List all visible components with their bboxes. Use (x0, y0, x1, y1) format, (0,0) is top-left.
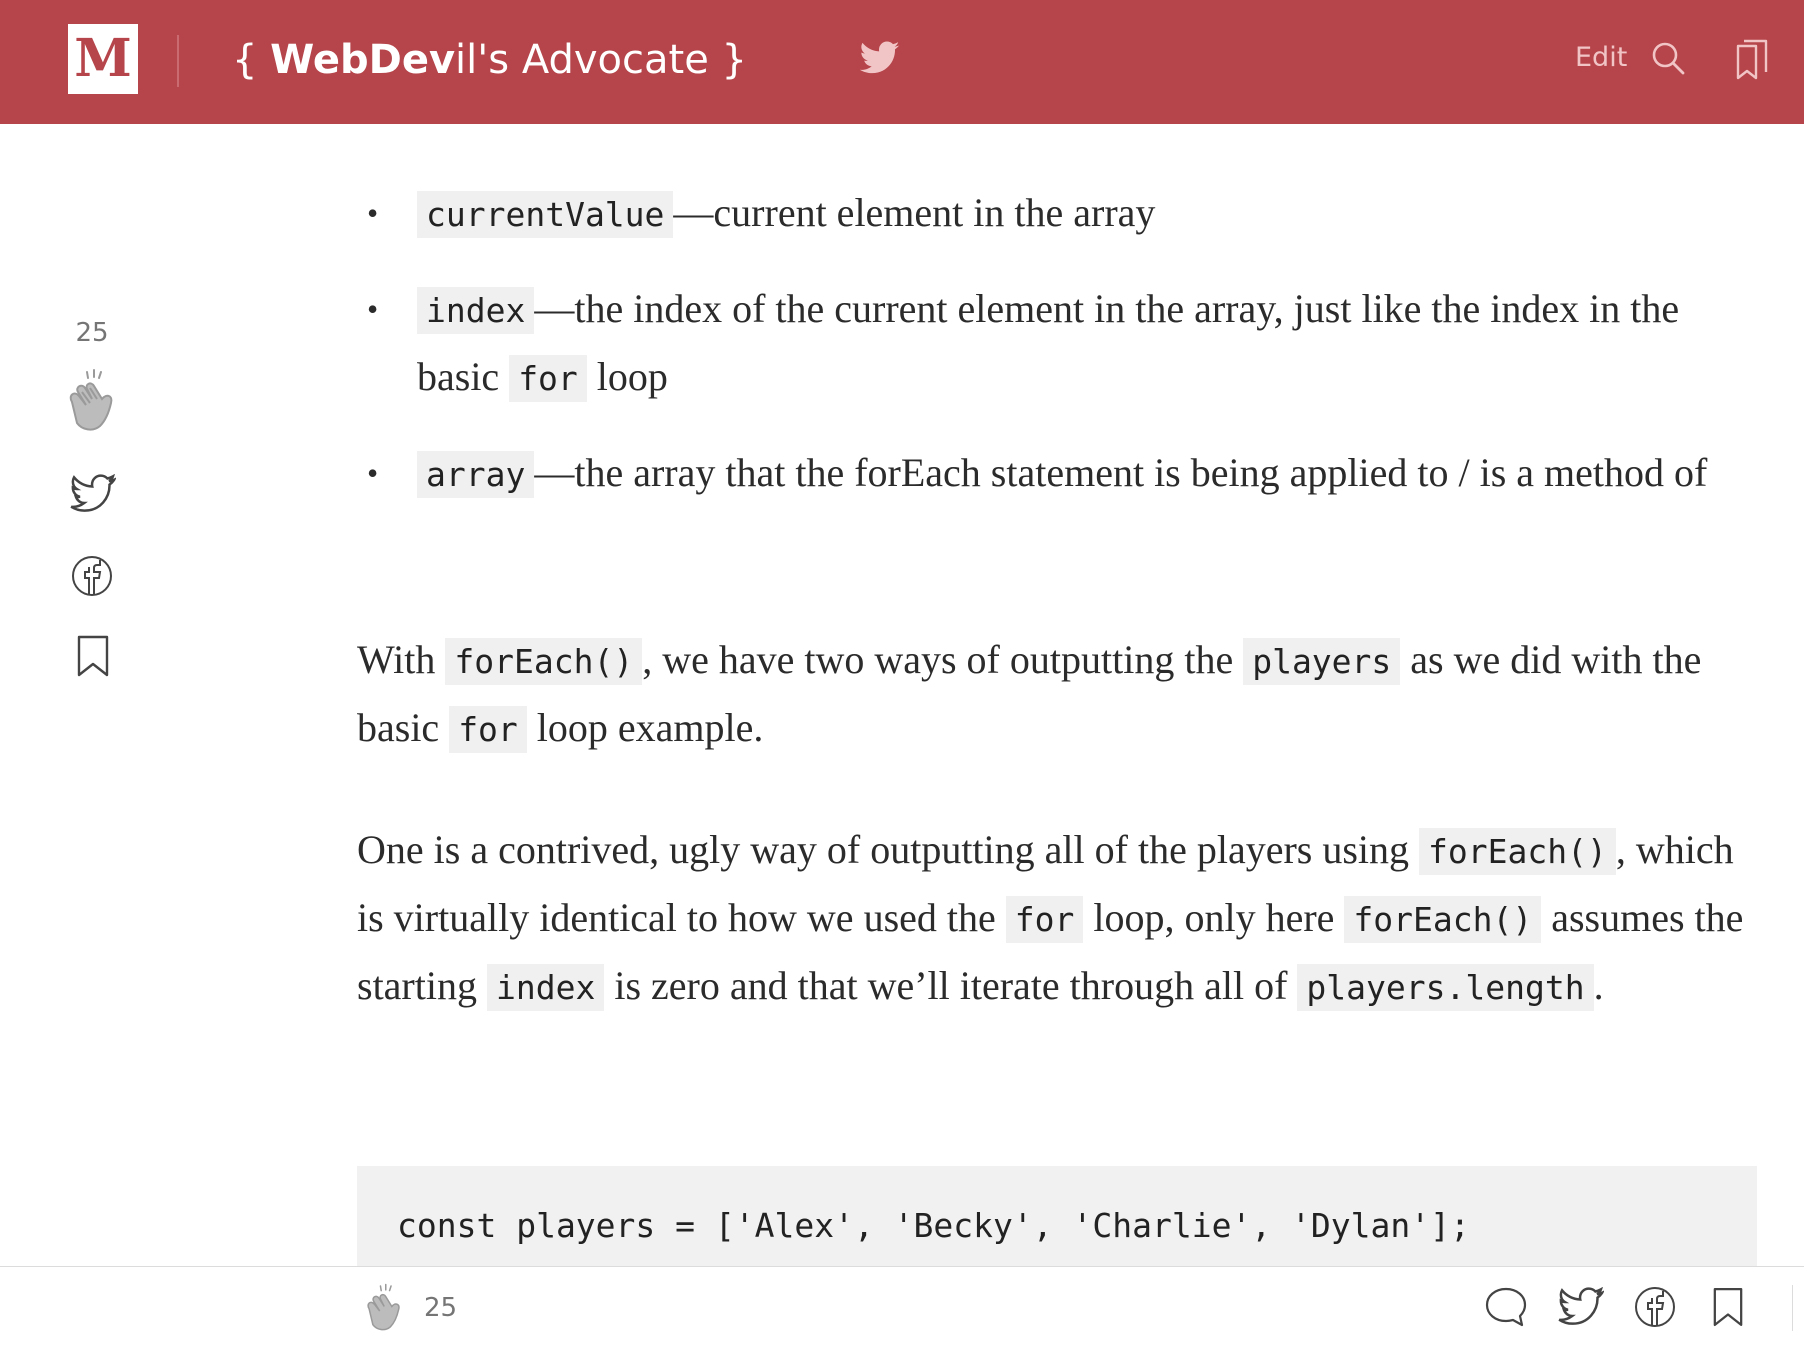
list-item-text: —current element in the array (673, 190, 1156, 235)
bookmark-icon[interactable] (1712, 1285, 1744, 1329)
inline-code: index (417, 287, 535, 334)
list-item-text: —the array that the forEach statement is… (534, 450, 1708, 495)
comment-icon[interactable] (1484, 1285, 1528, 1329)
list-item-text: loop (586, 354, 668, 399)
twitter-icon[interactable] (1558, 1287, 1604, 1327)
list-item: index—the index of the current element i… (357, 276, 1757, 412)
brand-close-brace: } (721, 37, 747, 83)
paragraph-text: With (357, 637, 446, 682)
rail-clap-count: 25 (75, 318, 109, 348)
inline-code: for (1005, 896, 1084, 943)
inline-code: forEach() (1344, 896, 1542, 943)
list-item: currentValue—current element in the arra… (357, 180, 1757, 248)
paragraph-text: loop, only here (1083, 895, 1345, 940)
paragraph: With forEach(), we have two ways of outp… (357, 627, 1757, 763)
edit-link[interactable]: Edit (1575, 40, 1627, 76)
paragraph-text: . (1593, 963, 1604, 1008)
bottom-clap-count: 25 (424, 1293, 458, 1323)
clap-icon[interactable] (60, 368, 126, 434)
paragraph-text: loop example. (526, 705, 764, 750)
list-item: array—the array that the forEach stateme… (357, 440, 1757, 508)
paragraph: One is a contrived, ugly way of outputti… (357, 817, 1757, 1021)
paragraph-text: One is a contrived, ugly way of outputti… (357, 827, 1420, 872)
inline-code: forEach() (445, 638, 643, 685)
bookmarks-icon[interactable] (1734, 38, 1770, 80)
search-icon[interactable] (1650, 40, 1686, 76)
publication-header: M { WebDevil's Advocate } Edit (0, 0, 1804, 124)
facebook-icon[interactable] (70, 554, 114, 598)
bottom-bar-divider (1792, 1285, 1793, 1331)
inline-code: players.length (1297, 964, 1594, 1011)
paragraph-text: , we have two ways of outputting the (642, 637, 1244, 682)
inline-code: forEach() (1419, 828, 1616, 875)
paragraph-text: is zero and that we’ll iterate through a… (604, 963, 1298, 1008)
brand-bold-part: WebDev (270, 37, 456, 83)
code-line: const players = ['Alex', 'Becky', 'Charl… (397, 1206, 1470, 1245)
twitter-icon[interactable] (860, 40, 900, 76)
bookmark-icon[interactable] (76, 634, 110, 678)
inline-code: players (1243, 638, 1401, 685)
clap-icon[interactable] (360, 1283, 410, 1333)
inline-code: for (509, 355, 587, 402)
publication-name[interactable]: { WebDevil's Advocate } (232, 28, 747, 92)
brand-light-part: il's Advocate (455, 37, 709, 83)
bottom-action-bar: 25 (0, 1266, 1804, 1349)
parameter-list: currentValue—current element in the arra… (357, 180, 1757, 508)
inline-code: for (449, 706, 527, 753)
inline-code: index (486, 964, 605, 1011)
inline-code: currentValue (417, 191, 674, 238)
twitter-icon[interactable] (70, 474, 116, 514)
header-divider (177, 35, 179, 87)
facebook-icon[interactable] (1633, 1285, 1677, 1329)
article-body: currentValue—current element in the arra… (357, 180, 1757, 536)
brand-open-brace: { (232, 37, 258, 83)
medium-logo[interactable]: M (68, 24, 138, 94)
inline-code: array (417, 451, 535, 498)
